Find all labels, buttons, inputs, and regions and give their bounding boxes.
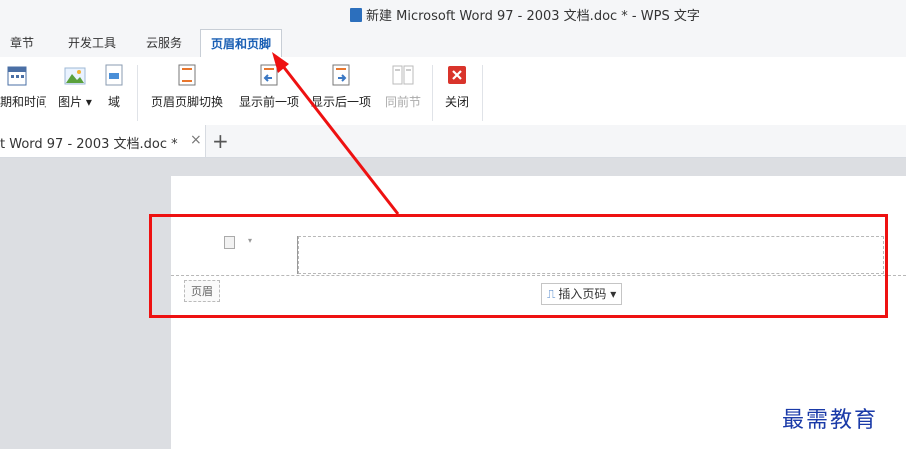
document-tab-label: t Word 97 - 2003 文档.doc * — [0, 137, 178, 152]
tab-header-footer[interactable]: 页眉和页脚 — [200, 29, 283, 57]
window-title-text: 新建 Microsoft Word 97 - 2003 文档.doc * - W… — [366, 9, 700, 24]
annotation-highlight-box — [149, 214, 888, 318]
switch-header-footer-label: 页眉页脚切换 — [150, 95, 223, 109]
show-next-icon — [330, 63, 352, 87]
picture-icon — [64, 63, 86, 87]
chevron-down-icon: ▾ — [82, 95, 92, 109]
same-as-previous-icon — [392, 63, 414, 87]
close-tab-icon[interactable]: × — [190, 132, 202, 148]
ribbon-separator — [432, 65, 433, 121]
close-icon — [446, 63, 468, 87]
show-next-button[interactable]: 显示后一项 — [308, 63, 374, 110]
same-as-previous-label: 同前节 — [384, 95, 421, 109]
new-tab-button[interactable]: + — [212, 129, 229, 153]
close-header-footer-button[interactable]: 关闭 — [443, 63, 471, 110]
document-tab[interactable]: t Word 97 - 2003 文档.doc * × — [0, 125, 206, 157]
ribbon-separator — [482, 65, 483, 121]
picture-button[interactable]: 图片 ▾ — [54, 63, 96, 110]
window-title: 新建 Microsoft Word 97 - 2003 文档.doc * - W… — [350, 5, 700, 24]
show-next-label: 显示后一项 — [310, 95, 371, 109]
field-button[interactable]: 域 — [103, 63, 125, 110]
close-label: 关闭 — [444, 95, 469, 109]
header-footer-switch-icon — [176, 63, 198, 87]
switch-header-footer-button[interactable]: 页眉页脚切换 — [147, 63, 227, 110]
menu-tab-bar: 章节 开发工具 云服务 页眉和页脚 — [0, 27, 906, 58]
title-bar: 新建 Microsoft Word 97 - 2003 文档.doc * - W… — [0, 0, 906, 27]
date-time-button[interactable]: 日期和时间 — [0, 63, 46, 110]
show-previous-icon — [258, 63, 280, 87]
field-icon — [103, 63, 125, 87]
ribbon-toolbar: 日期和时间 图片 ▾ 域 页眉页脚切换 显示前一项 显示后一项 同前节 — [0, 57, 906, 126]
ribbon-separator — [137, 65, 138, 121]
same-as-previous-button[interactable]: 同前节 — [384, 63, 422, 110]
show-previous-button[interactable]: 显示前一项 — [236, 63, 302, 110]
tab-chapter[interactable]: 章节 — [10, 34, 34, 51]
date-time-label: 日期和时间 — [0, 95, 46, 109]
calendar-icon — [6, 63, 28, 87]
field-label: 域 — [107, 95, 120, 109]
watermark-text: 最需教育 — [782, 408, 879, 433]
tab-cloud-service[interactable]: 云服务 — [146, 34, 182, 51]
wps-document-icon — [350, 8, 362, 22]
document-tab-bar: t Word 97 - 2003 文档.doc * × + — [0, 125, 906, 158]
picture-label: 图片 — [58, 95, 83, 109]
show-previous-label: 显示前一项 — [238, 95, 299, 109]
tab-developer-tools[interactable]: 开发工具 — [68, 34, 116, 51]
